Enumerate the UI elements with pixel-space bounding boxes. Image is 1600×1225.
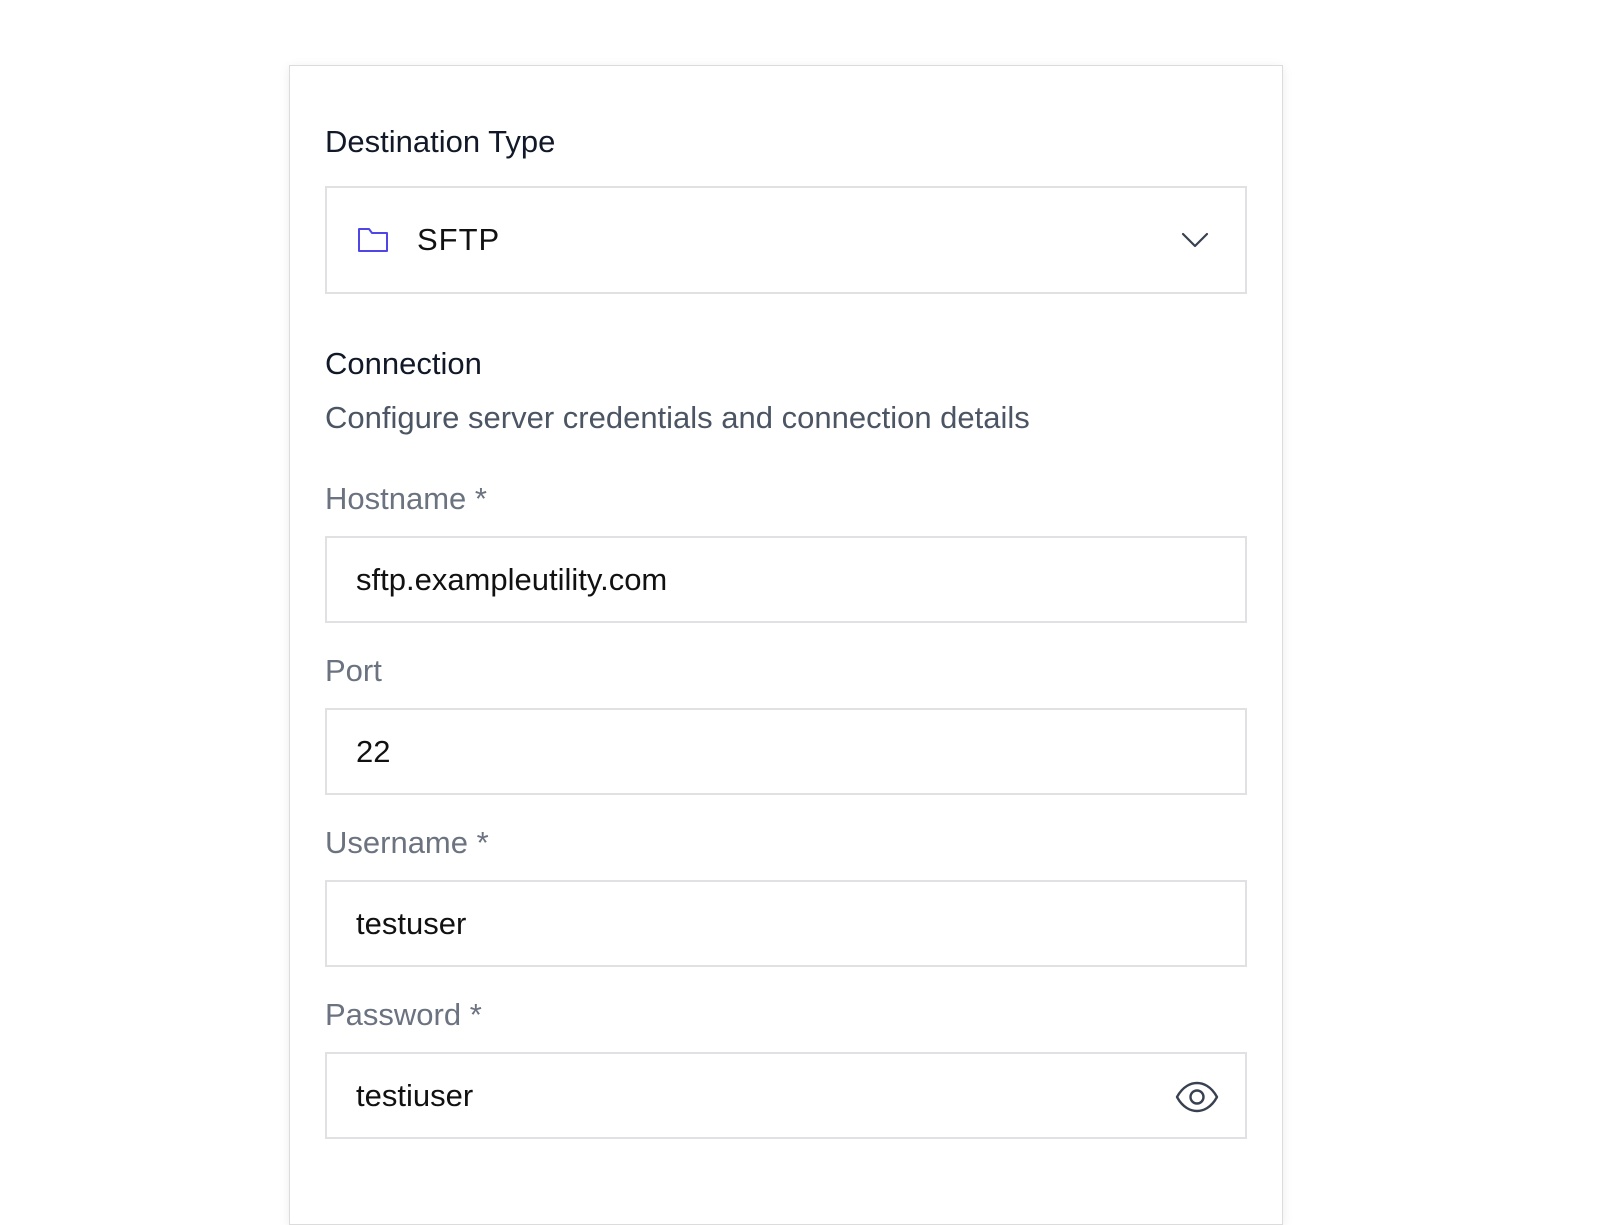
password-value: testiuser bbox=[356, 1077, 474, 1113]
connection-description: Configure server credentials and connect… bbox=[325, 400, 1030, 435]
destination-config-card: Destination Type SFTP Connection Configu… bbox=[289, 65, 1283, 1225]
connection-title: Connection bbox=[325, 346, 482, 381]
hostname-field[interactable]: sftp.exampleutility.com bbox=[325, 536, 1247, 623]
destination-type-select[interactable]: SFTP bbox=[325, 186, 1247, 294]
port-value: 22 bbox=[356, 733, 391, 769]
username-value: testuser bbox=[356, 905, 467, 941]
eye-icon[interactable] bbox=[1175, 1081, 1219, 1113]
password-field[interactable]: testiuser bbox=[325, 1052, 1247, 1139]
hostname-value: sftp.exampleutility.com bbox=[356, 561, 668, 597]
password-label: Password * bbox=[325, 997, 482, 1032]
hostname-label: Hostname * bbox=[325, 481, 487, 516]
destination-type-label: Destination Type bbox=[325, 124, 556, 159]
username-field[interactable]: testuser bbox=[325, 880, 1247, 967]
port-label: Port bbox=[325, 653, 382, 688]
folder-icon bbox=[358, 228, 388, 252]
destination-type-value: SFTP bbox=[417, 222, 501, 257]
username-label: Username * bbox=[325, 825, 489, 860]
port-field[interactable]: 22 bbox=[325, 708, 1247, 795]
chevron-down-icon[interactable] bbox=[1181, 230, 1209, 250]
